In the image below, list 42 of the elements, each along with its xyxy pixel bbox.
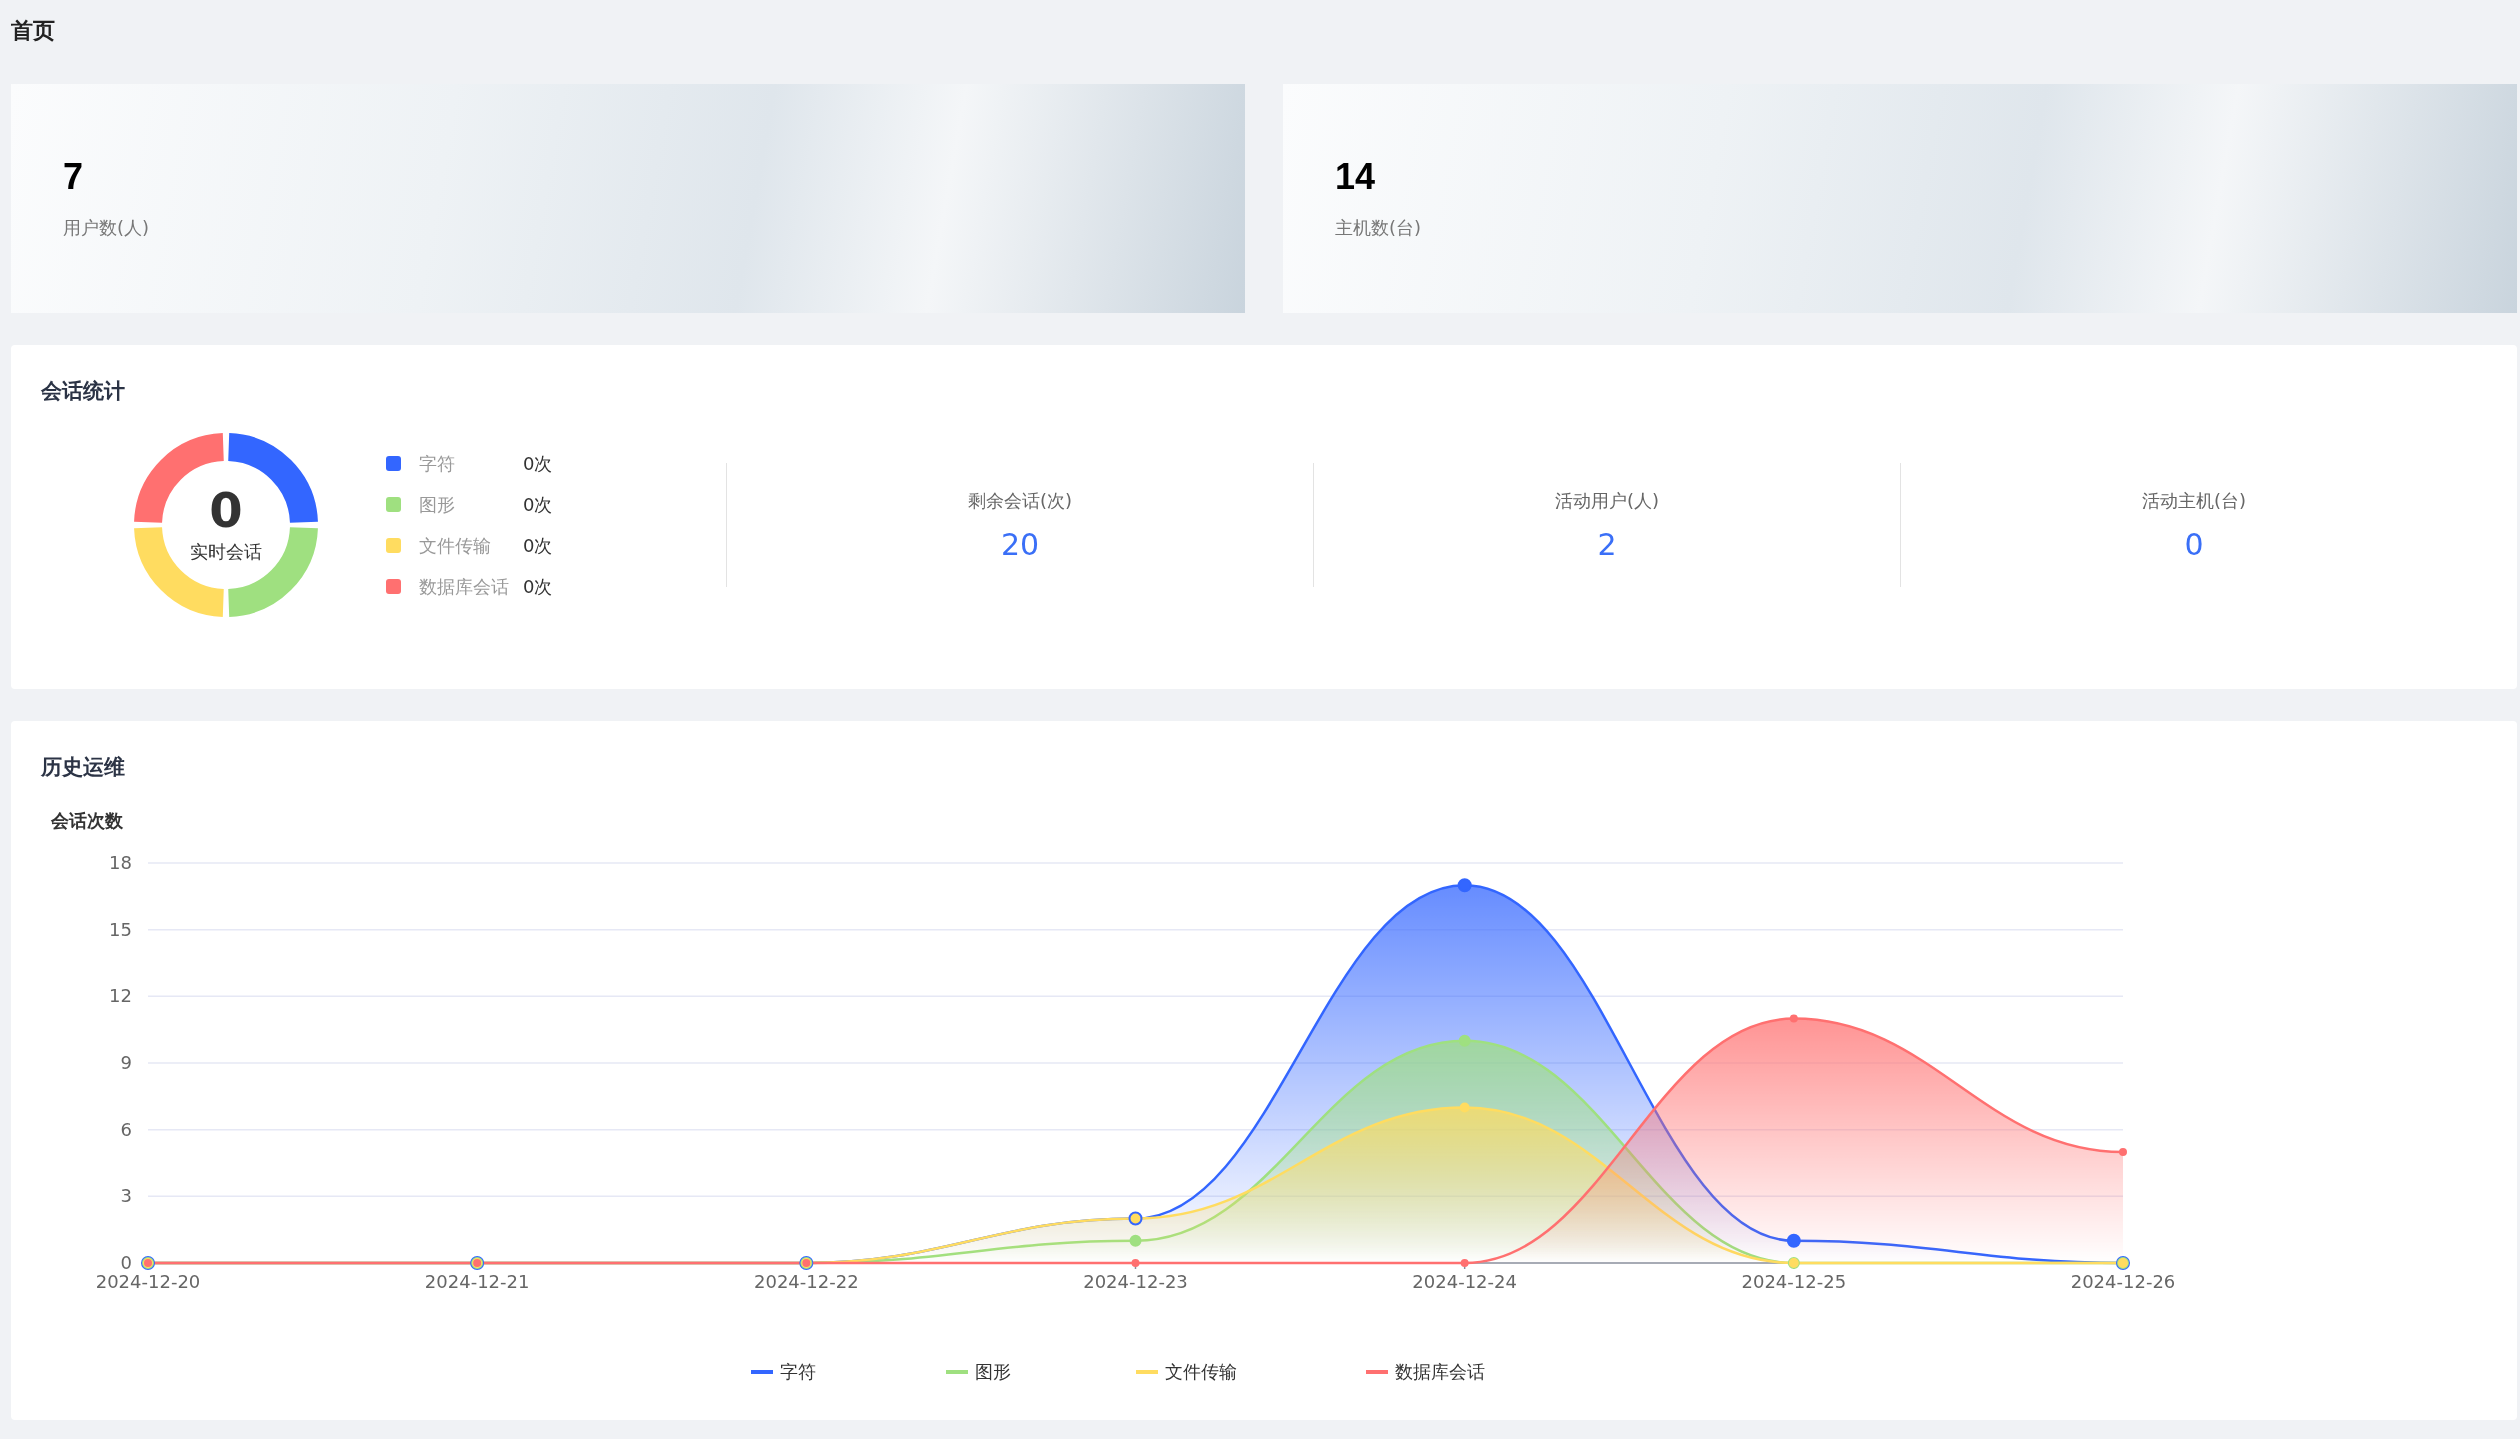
y-tick-label: 18 [109, 852, 132, 873]
x-tick-label: 2024-12-23 [1083, 1271, 1188, 1292]
y-tick-label: 9 [120, 1052, 132, 1073]
stat-value: 14 [1335, 156, 1377, 198]
stat-label: 用户数(人) [63, 216, 151, 240]
x-tick-label: 2024-12-22 [754, 1271, 859, 1292]
metric-value: 0 [2184, 526, 2204, 562]
x-tick-label: 2024-12-24 [1412, 1271, 1517, 1292]
y-tick-label: 3 [120, 1185, 132, 1207]
y-tick-label: 6 [120, 1118, 132, 1140]
legend-label: 字符 [780, 1361, 816, 1382]
metric-label: 活动主机(台) [2141, 488, 2246, 513]
legend-label: 数据库会话 [1395, 1361, 1485, 1382]
y-tick-label: 12 [109, 985, 132, 1007]
legend-label: 字符 [419, 451, 456, 476]
legend-count: 0次 [523, 492, 553, 517]
legend-label: 文件传输 [1165, 1361, 1237, 1382]
x-tick-label: 2024-12-25 [1741, 1271, 1847, 1292]
x-tick-label: 2024-12-21 [424, 1271, 530, 1292]
x-tick-label: 2024-12-26 [2070, 1271, 2176, 1292]
metric-label: 活动用户(人) [1554, 488, 1659, 513]
legend-label: 数据库会话 [419, 574, 510, 599]
page-title: 首页 [11, 17, 56, 45]
stat-label: 主机数(台) [1335, 216, 1423, 240]
panel-title: 会话统计 [41, 378, 125, 405]
legend-count: 0次 [523, 574, 553, 599]
y-tick-label: 0 [120, 1252, 132, 1273]
stat-value: 7 [63, 156, 85, 198]
y-axis-title: 会话次数 [51, 810, 123, 831]
metric-value: 2 [1597, 526, 1617, 562]
metric-value: 20 [1000, 526, 1040, 562]
legend-label: 图形 [975, 1361, 1011, 1382]
legend-count: 0次 [523, 451, 553, 476]
panel-title: 历史运维 [41, 754, 125, 781]
legend-label: 图形 [419, 492, 456, 517]
metric-label: 剩余会话(次) [967, 488, 1072, 513]
x-tick-label: 2024-12-20 [95, 1271, 201, 1292]
legend-count: 0次 [523, 533, 553, 558]
legend-label: 文件传输 [419, 533, 492, 558]
donut-label: 实时会话 [190, 540, 262, 564]
y-tick-label: 15 [109, 918, 132, 940]
donut-value: 0 [209, 486, 243, 534]
